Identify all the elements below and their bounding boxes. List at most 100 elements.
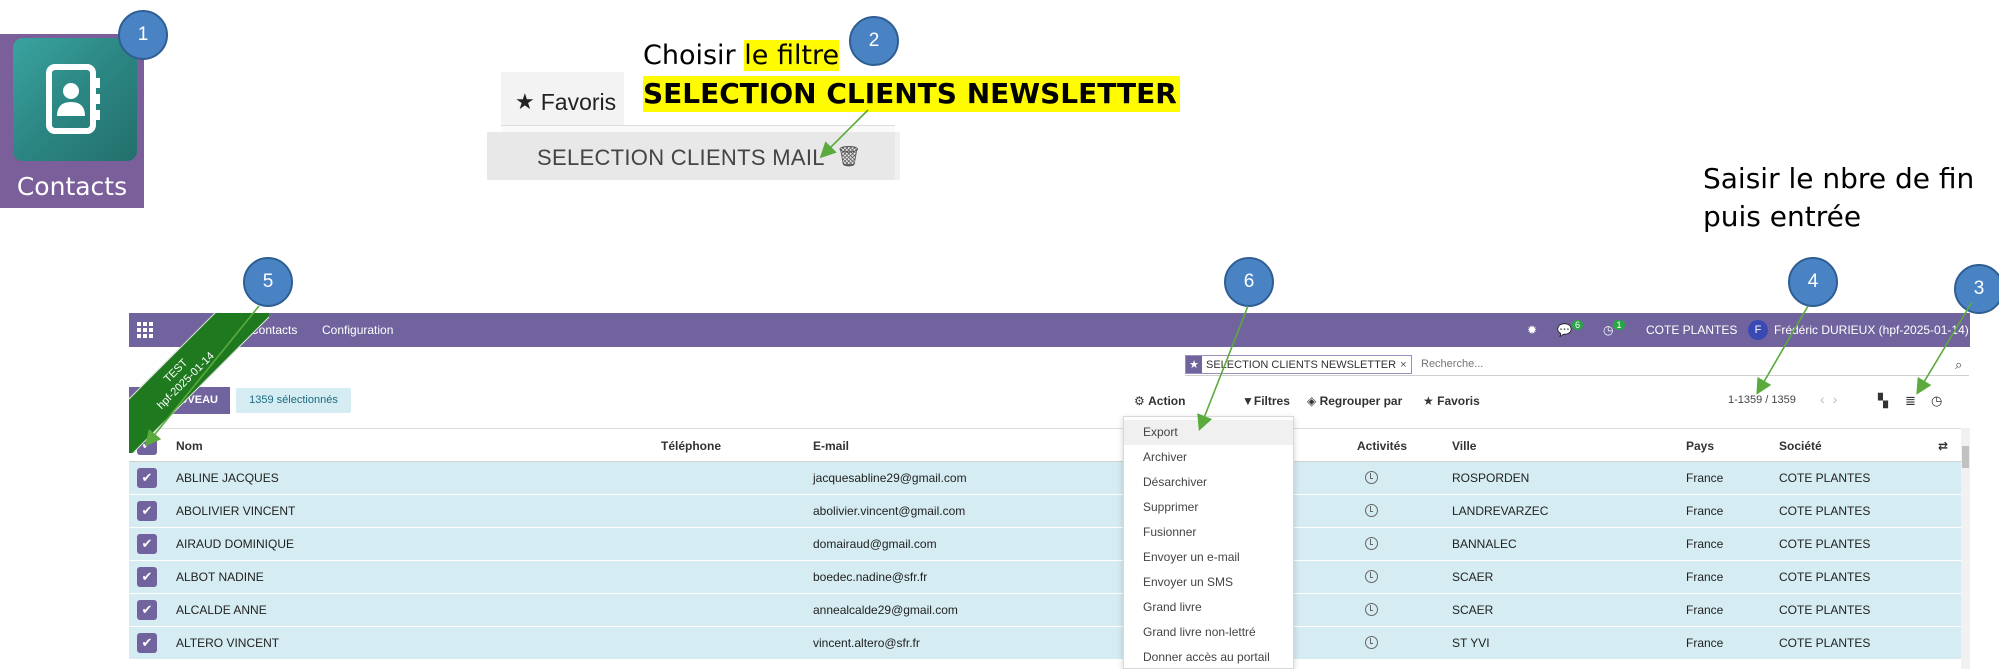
- cell-nom: ALBOT NADINE: [176, 570, 264, 584]
- contacts-app-icon-bg: [13, 38, 137, 161]
- activity-clock-icon[interactable]: [1365, 504, 1378, 517]
- menu-item-donner-acces-portail[interactable]: Donner accès au portail: [1124, 645, 1293, 669]
- favorites-button[interactable]: ★ Favoris: [1423, 394, 1480, 408]
- cell-ville: ROSPORDEN: [1452, 471, 1530, 485]
- messages-button[interactable]: 💬 6: [1557, 320, 1583, 337]
- column-header-email[interactable]: E-mail: [813, 439, 849, 453]
- pager-arrows: ‹›: [1820, 391, 1845, 407]
- activities-button[interactable]: ◷ 1: [1603, 320, 1625, 337]
- column-header-telephone[interactable]: Téléphone: [661, 439, 721, 453]
- action-dropdown-menu: Export Archiver Désarchiver Supprimer Fu…: [1123, 416, 1294, 669]
- user-menu[interactable]: Frédéric DURIEUX (hpf-2025-01-14): [1774, 323, 1969, 337]
- odoo-contacts-list-window: Contacts Configuration ✹ 💬 6 ◷ 1 COTE PLAN…: [129, 313, 1970, 669]
- activity-clock-icon[interactable]: [1365, 537, 1378, 550]
- cell-societe: COTE PLANTES: [1779, 570, 1871, 584]
- gear-icon: ⚙: [1134, 394, 1145, 408]
- cell-nom: ALCALDE ANNE: [176, 603, 267, 617]
- menu-item-fusionner[interactable]: Fusionner: [1124, 520, 1293, 545]
- contacts-book-icon: [46, 64, 100, 134]
- menu-item-desarchiver[interactable]: Désarchiver: [1124, 470, 1293, 495]
- row-checkbox[interactable]: ✔: [137, 534, 157, 554]
- bug-icon[interactable]: ✹: [1527, 323, 1537, 337]
- activity-clock-icon[interactable]: [1365, 636, 1378, 649]
- cell-pays: France: [1686, 636, 1724, 650]
- activity-view-icon[interactable]: ◷: [1931, 393, 1942, 409]
- table-scrollbar[interactable]: [1961, 428, 1970, 669]
- contacts-app-label: Contacts: [16, 172, 128, 201]
- cell-pays: France: [1686, 570, 1724, 584]
- cell-email: abolivier.vincent@gmail.com: [813, 504, 966, 518]
- cell-pays: France: [1686, 504, 1724, 518]
- chat-icon: 💬: [1557, 323, 1572, 337]
- menu-item-envoyer-sms[interactable]: Envoyer un SMS: [1124, 570, 1293, 595]
- activity-clock-icon[interactable]: [1365, 603, 1378, 616]
- scrollbar-thumb[interactable]: [1962, 446, 1969, 468]
- favorites-header[interactable]: ★ Favoris: [501, 72, 624, 132]
- selected-count-badge[interactable]: 1359 sélectionnés: [236, 388, 351, 413]
- cell-email: annealcalde29@gmail.com: [813, 603, 958, 617]
- menu-item-export[interactable]: Export: [1124, 420, 1293, 445]
- activity-clock-icon[interactable]: [1365, 471, 1378, 484]
- favorite-filter-item[interactable]: SELECTION CLIENTS MAIL 🗑: [487, 132, 895, 180]
- kanban-view-icon[interactable]: ▚: [1878, 393, 1888, 409]
- table-row[interactable]: ✔ AIRAUD DOMINIQUE domairaud@gmail.com B…: [129, 528, 1961, 561]
- row-checkbox[interactable]: ✔: [137, 468, 157, 488]
- search-icon[interactable]: ⌕: [1955, 357, 1962, 373]
- table-row[interactable]: ✔ ALBOT NADINE boedec.nadine@sfr.fr SCAE…: [129, 561, 1961, 594]
- column-header-ville[interactable]: Ville: [1452, 439, 1476, 453]
- activity-clock-icon[interactable]: [1365, 570, 1378, 583]
- column-header-activites[interactable]: Activités: [1357, 439, 1407, 453]
- group-by-label: Regrouper par: [1319, 394, 1403, 408]
- step-marker-5: 5: [243, 257, 293, 307]
- trash-icon[interactable]: 🗑: [836, 144, 861, 169]
- cell-societe: COTE PLANTES: [1779, 537, 1871, 551]
- column-header-nom[interactable]: Nom: [176, 439, 203, 453]
- cell-ville: BANNALEC: [1452, 537, 1517, 551]
- favorites-label: Favoris: [1437, 394, 1480, 408]
- table-row[interactable]: ✔ ALCALDE ANNE annealcalde29@gmail.com S…: [129, 594, 1961, 627]
- table-row[interactable]: ✔ ALTERO VINCENT vincent.altero@sfr.fr S…: [129, 627, 1961, 660]
- list-view-icon[interactable]: ≣: [1905, 393, 1916, 409]
- close-icon[interactable]: ×: [1400, 359, 1410, 371]
- select-all-checkbox[interactable]: ✔: [137, 435, 157, 455]
- action-button[interactable]: ⚙ Action: [1134, 394, 1185, 408]
- menu-item-grand-livre-non-lettre[interactable]: Grand livre non-lettré: [1124, 620, 1293, 645]
- search-input[interactable]: [1421, 358, 1821, 370]
- cell-societe: COTE PLANTES: [1779, 504, 1871, 518]
- layers-icon: ◈: [1307, 394, 1317, 408]
- column-header-pays[interactable]: Pays: [1686, 439, 1714, 453]
- optional-columns-icon[interactable]: ⇄: [1938, 439, 1948, 453]
- table-row[interactable]: ✔ ABOLIVIER VINCENT abolivier.vincent@gm…: [129, 495, 1961, 528]
- row-checkbox[interactable]: ✔: [137, 501, 157, 521]
- menu-item-supprimer[interactable]: Supprimer: [1124, 495, 1293, 520]
- nav-menu-configuration[interactable]: Configuration: [322, 323, 393, 337]
- cell-societe: COTE PLANTES: [1779, 471, 1871, 485]
- new-button[interactable]: NOUVEAU: [129, 387, 230, 414]
- table-row[interactable]: ✔ ABLINE JACQUES jacquesabline29@gmail.c…: [129, 462, 1961, 495]
- activities-badge: 1: [1613, 320, 1625, 330]
- menu-item-envoyer-email[interactable]: Envoyer un e-mail: [1124, 545, 1293, 570]
- pager-value[interactable]: 1-1359 / 1359: [1728, 394, 1796, 406]
- row-checkbox[interactable]: ✔: [137, 633, 157, 653]
- menu-item-grand-livre[interactable]: Grand livre: [1124, 595, 1293, 620]
- menu-item-archiver[interactable]: Archiver: [1124, 445, 1293, 470]
- search-facet[interactable]: ★ SELECTION CLIENTS NEWSLETTER ×: [1185, 355, 1412, 374]
- cell-ville: SCAER: [1452, 603, 1494, 617]
- row-checkbox[interactable]: ✔: [137, 567, 157, 587]
- user-avatar[interactable]: F: [1748, 320, 1768, 340]
- row-checkbox[interactable]: ✔: [137, 600, 157, 620]
- chevron-right-icon[interactable]: ›: [1833, 391, 1846, 407]
- star-icon: ★: [1186, 356, 1202, 373]
- chevron-left-icon[interactable]: ‹: [1820, 391, 1833, 407]
- group-by-button[interactable]: ◈ Regrouper par: [1307, 394, 1402, 408]
- contacts-app-tile[interactable]: Contacts: [0, 34, 144, 208]
- filters-label: Filtres: [1253, 394, 1290, 408]
- instruction-choose-filter: Choisir le filtre: [643, 38, 840, 74]
- filters-button[interactable]: ▼Filtres: [1242, 394, 1290, 408]
- apps-grid-icon[interactable]: [137, 322, 153, 338]
- column-header-societe[interactable]: Société: [1779, 439, 1822, 453]
- company-switcher[interactable]: COTE PLANTES: [1646, 323, 1737, 337]
- nav-menu-contacts[interactable]: Contacts: [250, 323, 297, 337]
- cell-nom: ABOLIVIER VINCENT: [176, 504, 296, 518]
- cell-ville: LANDREVARZEC: [1452, 504, 1549, 518]
